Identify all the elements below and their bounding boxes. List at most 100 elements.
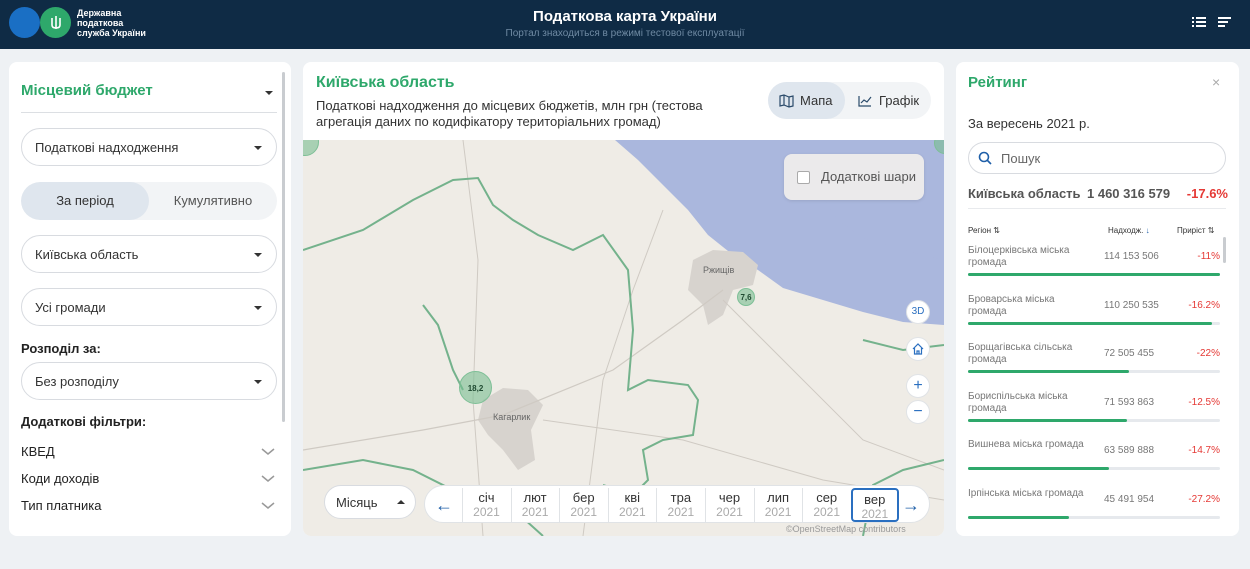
- column-region-header[interactable]: Регіон ⇅: [968, 226, 1000, 235]
- split-label: Розподіл за:: [21, 341, 101, 356]
- rating-row[interactable]: Ірпінська міська громада 45 491 954 -27.2%: [968, 488, 1220, 534]
- map-cluster[interactable]: 18,2: [459, 371, 492, 404]
- home-button[interactable]: [906, 337, 930, 361]
- chevron-down-icon: [265, 91, 273, 95]
- rating-row-name: Ірпінська міська громада: [968, 487, 1084, 499]
- region-value: Київська область: [35, 247, 139, 262]
- chevron-down-icon: [261, 448, 275, 455]
- total-value: 1 460 316 579: [1087, 186, 1171, 201]
- rating-row-value: 110 250 535: [1104, 299, 1159, 311]
- map-canvas[interactable]: 18,2 7,6 Ржищів Кагарлик Додаткові шари …: [303, 140, 944, 536]
- communities-value: Усі громади: [35, 300, 106, 315]
- month-label: лют: [523, 490, 547, 505]
- month-2[interactable]: бер 2021: [559, 488, 607, 522]
- month-1[interactable]: лют 2021: [510, 488, 559, 522]
- filter-kved[interactable]: КВЕД: [21, 444, 275, 464]
- month-year: 2021: [473, 505, 500, 519]
- rating-row-value: 63 589 888: [1104, 445, 1155, 456]
- zoom-out-button[interactable]: −: [906, 400, 930, 424]
- rating-row[interactable]: Білоцерківська міська громада 114 153 506…: [968, 245, 1220, 291]
- communities-select[interactable]: Усі громади: [21, 288, 277, 326]
- map-view-button[interactable]: Мапа: [768, 82, 845, 119]
- rating-row-name: Білоцерківська міська громада: [968, 245, 1070, 268]
- month-0[interactable]: січ 2021: [462, 488, 510, 522]
- view-toggle: Мапа Графік: [768, 82, 931, 119]
- close-icon[interactable]: ×: [1212, 74, 1220, 90]
- extra-layers-toggle[interactable]: Додаткові шари: [784, 154, 924, 200]
- region-select[interactable]: Київська область: [21, 235, 277, 273]
- rating-total-row: Київська область 1 460 316 579 -17.6%: [968, 186, 1228, 202]
- rating-row-value: 72 505 455: [1104, 348, 1155, 359]
- month-year: 2021: [667, 505, 695, 519]
- column-growth-header[interactable]: Приріст ⇅: [1177, 226, 1215, 235]
- month-3[interactable]: кві 2021: [607, 488, 656, 522]
- month-year: 2021: [618, 505, 646, 519]
- month-4[interactable]: тра 2021: [656, 488, 704, 522]
- chart-view-button[interactable]: Графік: [845, 82, 931, 119]
- period-granularity-select[interactable]: Місяць: [324, 485, 416, 519]
- map-attribution: ©OpenStreetMap contributors: [786, 524, 906, 534]
- filters-panel: Місцевий бюджет Податкові надходження За…: [9, 62, 291, 536]
- period-button[interactable]: За період: [21, 182, 149, 220]
- month-label: кві: [624, 490, 641, 505]
- community-border: [422, 304, 464, 391]
- extra-layers-checkbox[interactable]: [797, 171, 810, 184]
- cumulative-button[interactable]: Кумулятивно: [149, 182, 277, 220]
- income-type-select[interactable]: Податкові надходження: [21, 128, 277, 166]
- arrow-left-icon[interactable]: ←: [431, 492, 457, 518]
- filter-payer-type[interactable]: Тип платника: [21, 498, 275, 518]
- period-mode-toggle: За період Кумулятивно: [21, 182, 277, 220]
- list-icon[interactable]: [1192, 15, 1206, 29]
- menu-icon[interactable]: [1218, 15, 1232, 29]
- chevron-down-icon: [254, 380, 262, 384]
- month-label: лип: [767, 490, 790, 505]
- budget-dropdown[interactable]: Місцевий бюджет: [21, 82, 277, 113]
- map-description: Податкові надходження до місцевих бюджет…: [316, 98, 703, 129]
- rating-row-bar: [968, 418, 1127, 422]
- filter-income-codes[interactable]: Коди доходів: [21, 471, 275, 491]
- extra-filters-label: Додаткові фільтри:: [21, 414, 147, 429]
- map-icon: [779, 94, 794, 108]
- page-title: Податкова карта України: [533, 8, 717, 25]
- right-scrollbar[interactable]: [1223, 237, 1226, 263]
- month-8[interactable]: вер 2021: [850, 488, 899, 522]
- rating-row-bar: [968, 467, 1110, 470]
- rating-title: Рейтинг: [968, 74, 1028, 91]
- rating-row-value: 114 153 506: [1104, 251, 1159, 262]
- rating-row[interactable]: Борщагівська сільська громада 72 505 455 -…: [968, 342, 1220, 388]
- month-7[interactable]: сер 2021: [802, 488, 850, 522]
- month-year: 2021: [570, 505, 598, 519]
- zoom-in-button[interactable]: +: [906, 374, 930, 398]
- chevron-down-icon: [254, 306, 262, 310]
- search-icon: [978, 151, 992, 165]
- rating-row-growth: -16.2%: [1188, 299, 1220, 311]
- month-6[interactable]: лип 2021: [753, 488, 802, 522]
- rating-period: За вересень 2021 р.: [968, 116, 1090, 131]
- rating-row-growth: -22%: [1196, 348, 1220, 359]
- rating-row[interactable]: Броварська міська громада 110 250 535 -16.…: [968, 294, 1220, 340]
- city-label: Кагарлик: [493, 412, 531, 422]
- column-income-header[interactable]: Надходж. ↓: [1108, 226, 1150, 235]
- month-label: чер: [718, 490, 741, 505]
- search-field[interactable]: Пошук: [968, 142, 1226, 174]
- split-select[interactable]: Без розподілу: [21, 362, 277, 400]
- month-label: бер: [572, 490, 595, 505]
- map-cluster[interactable]: 7,6: [737, 288, 755, 306]
- rating-row-name: Вишнева міська громада: [968, 439, 1084, 450]
- month-5[interactable]: чер 2021: [705, 488, 753, 522]
- divider: [968, 208, 1226, 209]
- rating-row-name: Бориспільська міська громада: [968, 390, 1068, 414]
- arrow-right-icon[interactable]: →: [898, 492, 924, 518]
- rating-row-value: 45 491 954: [1104, 493, 1155, 505]
- month-year: 2021: [521, 505, 549, 519]
- left-scrollbar[interactable]: [282, 72, 285, 422]
- chevron-down-icon: [254, 146, 262, 150]
- 3d-button[interactable]: 3D: [906, 300, 930, 324]
- rating-row-value: 71 593 863: [1104, 396, 1155, 408]
- rating-row[interactable]: Бориспільська міська громада 71 593 863 -1…: [968, 391, 1220, 437]
- rating-row-growth: -14.7%: [1188, 445, 1220, 456]
- budget-label: Місцевий бюджет: [21, 82, 153, 99]
- city-label: Ржищів: [703, 265, 735, 275]
- rating-row[interactable]: Вишнева міська громада 63 589 888 -14.7%: [968, 439, 1220, 485]
- chevron-down-icon: [261, 475, 275, 482]
